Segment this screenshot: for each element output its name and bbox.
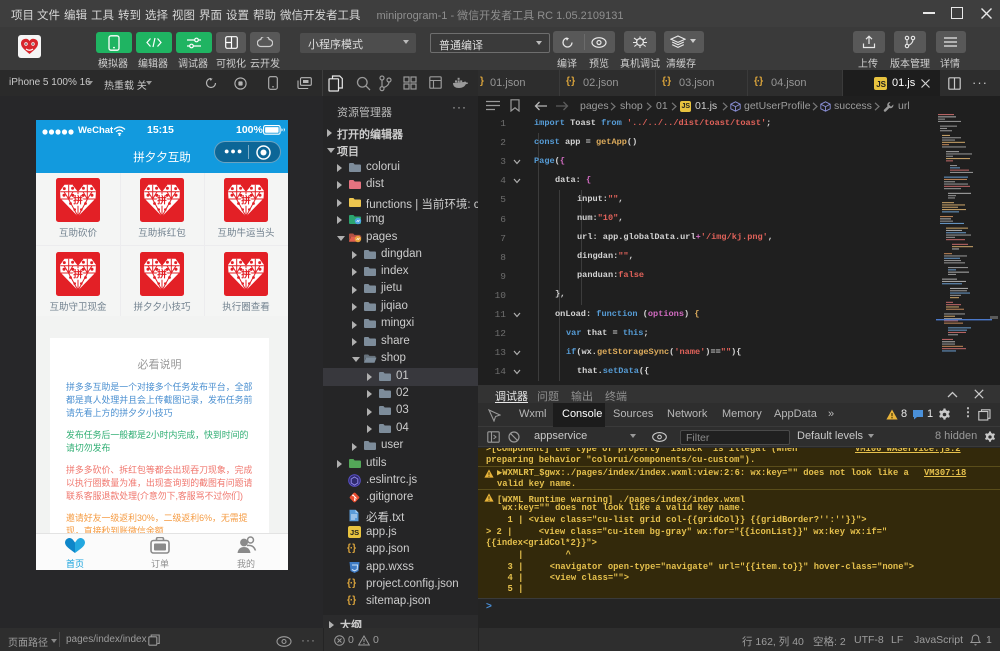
svg-text:拼: 拼 — [73, 195, 83, 207]
svg-text:拼: 拼 — [157, 195, 167, 207]
svg-text:拼: 拼 — [157, 269, 167, 281]
svg-text:拼: 拼 — [241, 269, 251, 281]
svg-text:拼: 拼 — [241, 195, 251, 207]
svg-text:拼: 拼 — [73, 269, 83, 281]
